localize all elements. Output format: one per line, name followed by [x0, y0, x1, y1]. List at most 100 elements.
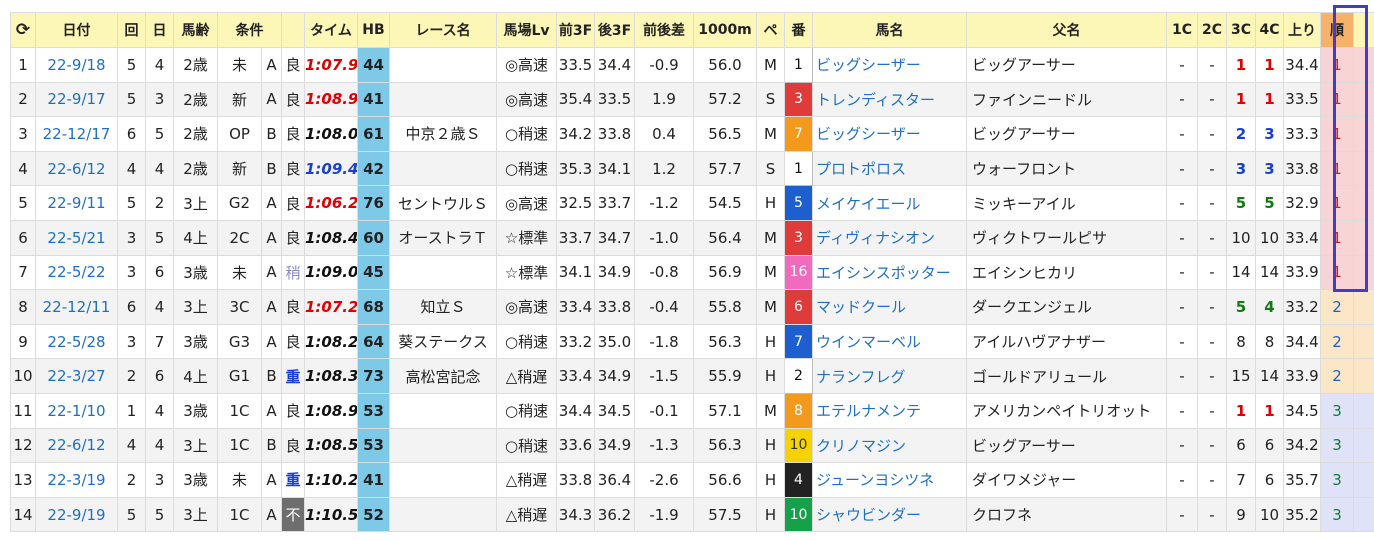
race-results-page: ⟳ 日付 回 日 馬齢 条件 タイム HB レース名 馬場Lv 前3F 後3F …	[0, 0, 1374, 541]
age-cell: 3歳	[173, 254, 218, 291]
table-row[interactable]: 12 22-6/12 4 4 3上 1C B 良 1:08.5 53 ○稍速 33.6 34.9 -1.3…	[10, 427, 1374, 464]
horse-number-cell: 3	[784, 81, 813, 118]
race-date-link[interactable]: 22-5/22	[35, 254, 118, 291]
finish-rank-cell: 3	[1320, 462, 1354, 498]
table-row[interactable]: 7 22-5/22 3 6 3歳未 A 稍 1:09.0 45 ☆標準 34.1 34.9 -0.8 56…	[10, 254, 1374, 291]
horse-name-link[interactable]: ビッグシーザー	[812, 116, 967, 152]
col-kai[interactable]: 回	[117, 12, 146, 48]
horse-name-link[interactable]: シャウビンダー	[812, 496, 967, 533]
col-2c[interactable]: 2C	[1197, 12, 1227, 48]
col-sire[interactable]: 父名	[966, 12, 1167, 48]
col-pace[interactable]: ペ	[756, 12, 785, 48]
race-date-link[interactable]: 22-9/17	[35, 81, 118, 118]
col-number[interactable]: 番	[784, 12, 813, 48]
col-1c[interactable]: 1C	[1166, 12, 1198, 48]
race-date-link[interactable]: 22-9/11	[35, 185, 118, 221]
race-date-link[interactable]: 22-3/19	[35, 462, 118, 498]
table-row[interactable]: 14 22-9/19 5 5 3上 1C A 不 1:10.5 52 △稍遅 34.3 36.2 -1.9…	[10, 496, 1374, 533]
horse-name-link[interactable]: マッドクール	[812, 289, 967, 325]
horse-name-link[interactable]: ビッグシーザー	[812, 47, 967, 83]
col-rank[interactable]: 順	[1320, 12, 1354, 48]
sire-cell: ダークエンジェル	[966, 289, 1167, 325]
table-row[interactable]: 13 22-3/19 2 3 3歳未 A 重 1:10.2 41 △稍遅 33.8 36.4 -2.6 5…	[10, 462, 1374, 498]
pace-cell: M	[756, 289, 785, 325]
horse-name-link[interactable]: トレンディスター	[812, 81, 967, 118]
sire-cell: ダイワメジャー	[966, 462, 1167, 498]
table-row[interactable]: 11 22-1/10 1 4 3歳 1C A 良 1:08.9 53 ○稍速 34.4 34.5 -0.1…	[10, 392, 1374, 429]
agari-cell: 34.5	[1283, 392, 1321, 429]
col-hb[interactable]: HB	[357, 12, 390, 48]
overflow-cell	[1353, 462, 1374, 498]
corner-3-cell: 3	[1226, 150, 1256, 187]
race-date-link[interactable]: 22-3/27	[35, 358, 118, 394]
col-age[interactable]: 馬齢	[173, 12, 218, 48]
race-date-link[interactable]: 22-12/11	[35, 289, 118, 325]
race-date-link[interactable]: 22-6/12	[35, 150, 118, 187]
horse-name-link[interactable]: プロトポロス	[812, 150, 967, 187]
corner-2-cell: -	[1197, 81, 1227, 118]
first-3f-cell: 33.4	[556, 289, 595, 325]
col-condition[interactable]: 条件	[217, 12, 282, 48]
col-nichi[interactable]: 日	[145, 12, 174, 48]
reload-icon[interactable]: ⟳	[10, 12, 36, 48]
kai-cell: 1	[117, 392, 146, 429]
nichi-cell: 4	[145, 392, 174, 429]
hb-cell: 52	[357, 496, 390, 533]
race-date-link[interactable]: 22-5/21	[35, 219, 118, 256]
race-date-link[interactable]: 22-9/19	[35, 496, 118, 533]
horse-name-link[interactable]: エテルナメンテ	[812, 392, 967, 429]
race-date-link[interactable]: 22-6/12	[35, 427, 118, 464]
corner-4-cell: 8	[1255, 323, 1284, 360]
col-first-3f[interactable]: 前3F	[556, 12, 595, 48]
horse-name-link[interactable]: クリノマジン	[812, 427, 967, 464]
col-1000m[interactable]: 1000m	[693, 12, 757, 48]
table-row[interactable]: 6 22-5/21 3 5 4上 2C A 良 1:08.4 60 オーストラＴ ☆標準 33.7 34.…	[10, 219, 1374, 256]
kai-cell: 6	[117, 289, 146, 325]
last-3f-cell: 34.9	[594, 254, 635, 291]
horse-name-link[interactable]: ナランフレグ	[812, 358, 967, 394]
table-row[interactable]: 2 22-9/17 5 3 2歳新 A 良 1:08.9 41 ◎高速 35.4 33.5 1.9 57.…	[10, 81, 1374, 118]
race-name-cell	[389, 427, 497, 464]
horse-name-link[interactable]: メイケイエール	[812, 185, 967, 221]
table-row[interactable]: 9 22-5/28 3 7 3歳 G3 A 良 1:08.2 64 葵ステークス ○稍速 33.2 35.…	[10, 323, 1374, 360]
table-row[interactable]: 3 22-12/17 6 5 2歳 OP B 良 1:08.0 61 中京２歳Ｓ ○稍速 34.2 33.…	[10, 116, 1374, 152]
table-row[interactable]: 8 22-12/11 6 4 3上 3C A 良 1:07.2 68 知立Ｓ ◎高速 33.4 33.8-…	[10, 289, 1374, 325]
col-horse-name[interactable]: 馬名	[812, 12, 967, 48]
horse-name-link[interactable]: ディヴィナシオン	[812, 219, 967, 256]
last-3f-cell: 34.5	[594, 392, 635, 429]
last-3f-cell: 34.9	[594, 358, 635, 394]
table-row[interactable]: 1 22-9/18 5 4 2歳未 A 良 1:07.9 44 ◎高速 33.5 34.4 -0.9 56…	[10, 47, 1374, 83]
age-cell: 3上	[173, 427, 218, 464]
pace-cell: M	[756, 116, 785, 152]
table-row[interactable]: 5 22-9/11 5 2 3上 G2 A 良 1:06.2 76 セントウルＳ ◎高速 32.5 33.…	[10, 185, 1374, 221]
age-cell: 3歳	[173, 462, 218, 498]
agari-cell: 34.4	[1283, 323, 1321, 360]
horse-name-link[interactable]: エイシンスポッター	[812, 254, 967, 291]
col-baba	[281, 12, 305, 48]
col-4c[interactable]: 4C	[1255, 12, 1284, 48]
col-last-3f[interactable]: 後3F	[594, 12, 635, 48]
col-race-name[interactable]: レース名	[389, 12, 497, 48]
track-level-cell: △稍遅	[496, 462, 557, 498]
col-date[interactable]: 日付	[35, 12, 118, 48]
race-date-link[interactable]: 22-9/18	[35, 47, 118, 83]
col-agari[interactable]: 上り	[1283, 12, 1321, 48]
grade-cell: B	[261, 427, 282, 464]
col-diff[interactable]: 前後差	[634, 12, 694, 48]
agari-cell: 33.4	[1283, 219, 1321, 256]
horse-name-link[interactable]: ウインマーベル	[812, 323, 967, 360]
col-track-level[interactable]: 馬場Lv	[496, 12, 557, 48]
race-date-link[interactable]: 22-1/10	[35, 392, 118, 429]
table-row[interactable]: 4 22-6/12 4 4 2歳新 B 良 1:09.4 42 ○稍速 35.3 34.1 1.2 57.…	[10, 150, 1374, 187]
corner-4-cell: 3	[1255, 150, 1284, 187]
sire-cell: クロフネ	[966, 496, 1167, 533]
nichi-cell: 3	[145, 81, 174, 118]
table-row[interactable]: 10 22-3/27 2 6 4上 G1 B 重 1:08.3 73 高松宮記念 △稍遅 33.4 34.…	[10, 358, 1374, 394]
race-date-link[interactable]: 22-12/17	[35, 116, 118, 152]
col-time[interactable]: タイム	[304, 12, 358, 48]
corner-1-cell: -	[1166, 289, 1198, 325]
corner-4-cell: 10	[1255, 496, 1284, 533]
race-date-link[interactable]: 22-5/28	[35, 323, 118, 360]
horse-name-link[interactable]: ジューンヨシツネ	[812, 462, 967, 498]
col-3c[interactable]: 3C	[1226, 12, 1256, 48]
